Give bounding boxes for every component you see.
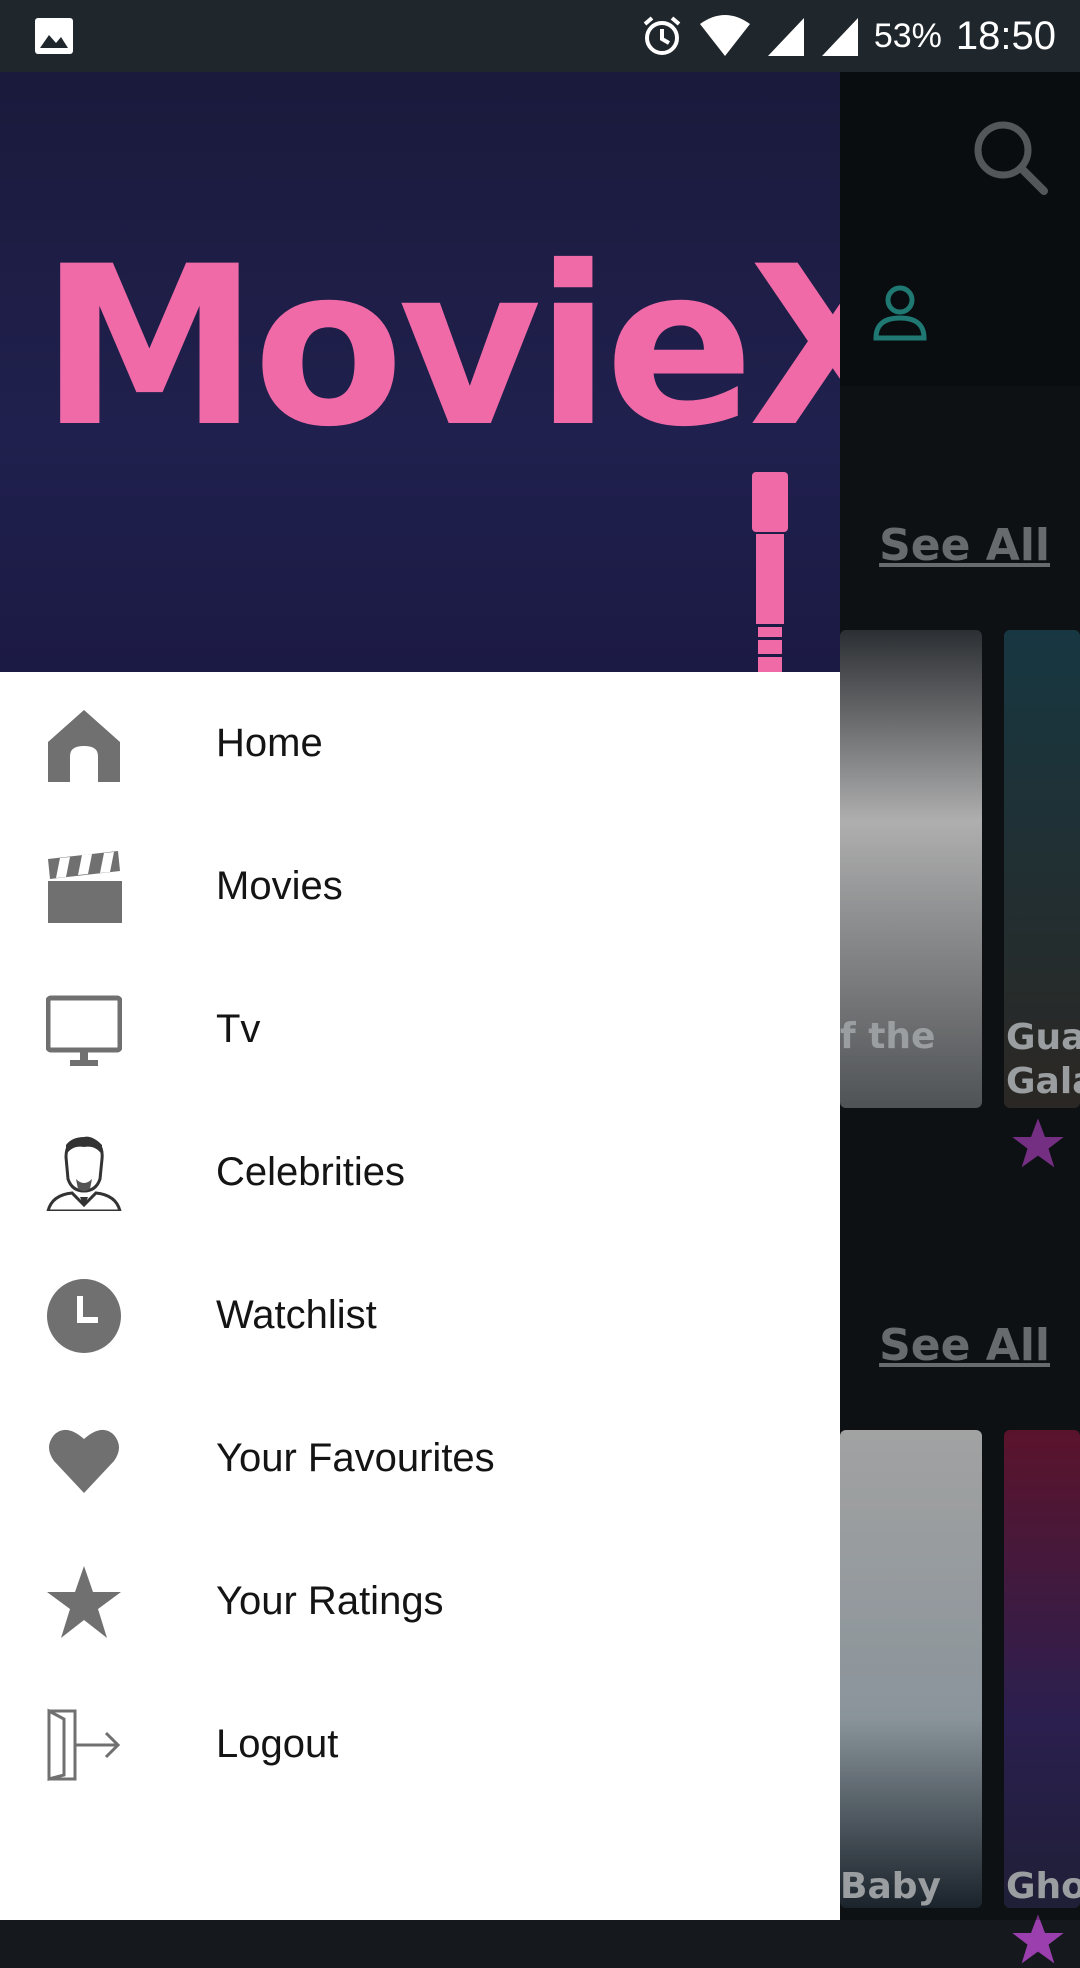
signal-icon-2 [821, 18, 858, 56]
menu-item-label: Home [216, 721, 323, 765]
menu-item-label: Celebrities [216, 1150, 405, 1194]
wifi-icon [699, 15, 750, 56]
drawer-header: MovieX [0, 72, 840, 672]
heart-icon [49, 1429, 119, 1493]
menu-item-celebrities[interactable]: Celebrities [0, 1101, 840, 1244]
clock-time: 18:50 [955, 13, 1056, 58]
home-icon [48, 710, 120, 782]
drawer-menu: Home Movies Tv Celebrities Watchlist You… [0, 672, 840, 1816]
menu-item-label: Logout [216, 1722, 339, 1766]
status-bar: 53% 18:50 [0, 0, 1080, 72]
menu-item-home[interactable]: Home [0, 672, 840, 815]
menu-item-logout[interactable]: Logout [0, 1673, 840, 1816]
menu-item-tv[interactable]: Tv [0, 958, 840, 1101]
navigation-drawer: MovieX Home Movies Tv Celebrities Watchl… [0, 72, 840, 1920]
audio-jack-logo-icon [752, 472, 788, 672]
clapperboard-icon [48, 851, 122, 923]
menu-item-favourites[interactable]: Your Favourites [0, 1387, 840, 1530]
logout-icon [47, 1708, 121, 1781]
menu-item-label: Movies [216, 864, 343, 908]
menu-item-movies[interactable]: Movies [0, 815, 840, 958]
alarm-icon [643, 16, 681, 55]
tv-icon [46, 995, 122, 1066]
menu-item-label: Your Ratings [216, 1579, 444, 1623]
menu-item-ratings[interactable]: Your Ratings [0, 1530, 840, 1673]
menu-item-watchlist[interactable]: Watchlist [0, 1244, 840, 1387]
clock-icon [47, 1279, 121, 1353]
menu-item-label: Watchlist [216, 1293, 377, 1337]
app-logo: MovieX [40, 219, 840, 475]
rating-star-icon [1012, 1914, 1064, 1964]
star-icon [47, 1566, 121, 1638]
signal-icon [767, 18, 804, 56]
celebrity-icon [46, 1136, 122, 1211]
menu-item-label: Tv [216, 1007, 261, 1051]
battery-text: 53% [873, 16, 942, 55]
menu-item-label: Your Favourites [216, 1436, 495, 1480]
gallery-icon [35, 18, 73, 54]
